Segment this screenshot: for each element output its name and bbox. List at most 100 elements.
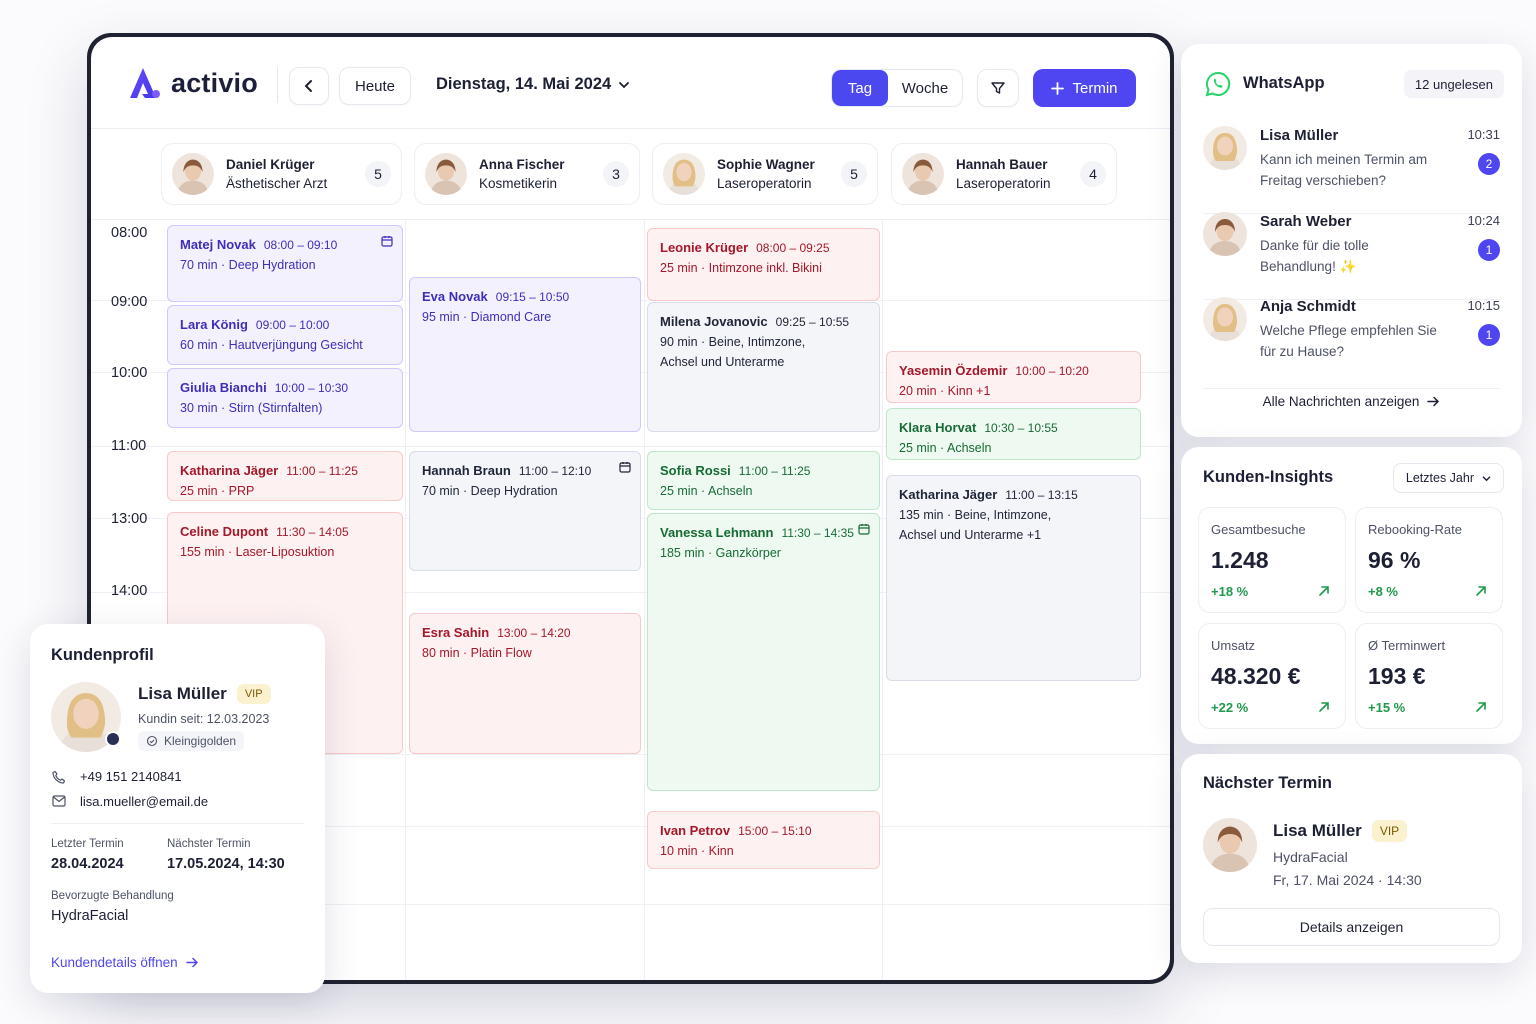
staff-name: Hannah Bauer — [956, 157, 1048, 172]
phone-number[interactable]: +49 151 2140841 — [80, 769, 182, 784]
appointment-card[interactable]: Yasemin Özdemir 10:00 – 10:20 20 min · Ki… — [886, 351, 1141, 403]
staff-column-header[interactable]: Sophie Wagner Laseroperatorin 5 — [652, 143, 878, 205]
avatar — [172, 153, 214, 195]
brand-logo[interactable]: activio — [127, 65, 258, 101]
toolbar: activio Heute Dienstag, 14. Mai 2024 Tag… — [91, 37, 1170, 129]
appointment-card[interactable]: Esra Sahin 13:00 – 14:20 80 min · Platin … — [409, 613, 641, 754]
appointment-time: 09:15 – 10:50 — [495, 290, 570, 304]
treatment: Intimzone inkl. Bikini — [708, 261, 822, 275]
client-name: Lisa Müller — [1273, 821, 1362, 840]
chevron-left-icon — [304, 80, 312, 92]
appointment-card[interactable]: Katharina Jäger 11:00 – 11:25 25 min · PR… — [167, 451, 403, 501]
current-date: Dienstag, 14. Mai 2024 — [436, 75, 612, 93]
appointment-card[interactable]: Lara König 09:00 – 10:00 60 min · Hautver… — [167, 305, 403, 365]
client-name: Sofia Rossi — [660, 463, 731, 478]
appointment-time: 10:00 – 10:30 — [274, 381, 349, 395]
time-label: 08:00 — [111, 225, 148, 241]
treatment: Diamond Care — [470, 310, 552, 324]
all-messages-label: Alle Nachrichten anzeigen — [1262, 394, 1420, 409]
preferred-treatment-label: Bevorzugte Behandlung — [51, 890, 174, 902]
tab-day[interactable]: Tag — [832, 70, 888, 106]
column-line — [405, 220, 406, 980]
treatment: Laser-Liposuktion — [235, 545, 335, 559]
prev-day-button[interactable] — [289, 67, 329, 105]
vip-badge: VIP — [1371, 820, 1408, 842]
calendar-icon — [381, 235, 393, 247]
separator: · — [946, 508, 952, 522]
separator: · — [463, 310, 468, 324]
separator: · — [463, 484, 468, 498]
message-item[interactable]: Lisa Müller Kann ich meinen Termin am Fr… — [1203, 126, 1500, 214]
trend-up-icon — [1474, 700, 1488, 714]
today-button[interactable]: Heute — [339, 67, 411, 105]
client-name: Yasemin Özdemir — [899, 363, 1008, 378]
tab-week[interactable]: Woche — [888, 70, 962, 106]
details-button[interactable]: Details anzeigen — [1203, 908, 1500, 946]
appointment-card[interactable]: Milena Jovanovic 09:25 – 10:55 90 min · B… — [647, 302, 880, 432]
kpi-delta: +8 % — [1368, 584, 1398, 599]
kpi-delta: +15 % — [1368, 700, 1406, 715]
treatment-continued: Achsel und Unterarme — [660, 355, 785, 369]
kpi-value: 193 € — [1368, 663, 1426, 689]
treatment: Achseln — [707, 484, 753, 498]
staff-name: Sophie Wagner — [717, 157, 815, 172]
separator: · — [701, 261, 706, 275]
message-item[interactable]: Sarah Weber Danke für die tolle Behandlu… — [1203, 212, 1500, 300]
duration: 185 min — [660, 546, 705, 560]
divider — [1203, 388, 1500, 389]
appointment-card[interactable]: Katharina Jäger 11:00 – 13:15 135 min · B… — [886, 475, 1141, 681]
all-messages-link[interactable]: Alle Nachrichten anzeigen — [1181, 394, 1522, 409]
appointment-time: 10:30 – 10:55 — [984, 421, 1058, 435]
card-title: WhatsApp — [1243, 74, 1325, 92]
kpi-tile: Rebooking-Rate 96 % +8 % — [1355, 507, 1503, 613]
appointment-card[interactable]: Leonie Krüger 08:00 – 09:25 25 min · Inti… — [647, 228, 880, 301]
filter-button[interactable] — [977, 69, 1019, 107]
client-name: Celine Dupont — [180, 524, 269, 539]
mail-icon — [52, 795, 66, 807]
logo-icon — [130, 68, 160, 98]
treatment: Beine, Intimzone, — [954, 508, 1052, 522]
trend-up-icon — [1474, 584, 1488, 598]
sender-name: Sarah Weber — [1260, 213, 1352, 230]
appointment-time: 11:00 – 12:10 — [518, 464, 592, 478]
appointment-card[interactable]: Klara Horvat 10:30 – 10:55 25 min · Achse… — [886, 408, 1141, 460]
duration: 70 min — [422, 484, 460, 498]
appointment-card[interactable]: Sofia Rossi 11:00 – 11:25 25 min · Achsel… — [647, 451, 880, 510]
appointment-time: 08:00 – 09:10 — [263, 238, 338, 252]
date-picker[interactable]: Dienstag, 14. Mai 2024 — [436, 75, 630, 94]
treatment: Deep Hydration — [228, 258, 316, 272]
client-name: Giulia Bianchi — [180, 380, 267, 395]
email-address[interactable]: lisa.mueller@email.de — [80, 794, 208, 809]
appointment-count: 5 — [365, 161, 391, 187]
appointment-card[interactable]: Hannah Braun 11:00 – 12:10 70 min · Deep … — [409, 451, 641, 571]
avatar — [1203, 126, 1247, 170]
message-item[interactable]: Anja Schmidt Welche Pflege empfehlen Sie… — [1203, 297, 1500, 389]
time-label: 13:00 — [111, 511, 148, 527]
duration: 30 min — [180, 401, 218, 415]
separator: · — [463, 646, 468, 660]
staff-role: Laseroperatorin — [717, 176, 812, 191]
message-preview: Kann ich meinen Termin am Freitag versch… — [1260, 152, 1428, 188]
period-select[interactable]: Letztes Jahr — [1392, 463, 1504, 493]
appointment-card[interactable]: Vanessa Lehmann 11:30 – 14:35 185 min · G… — [647, 513, 880, 791]
appointment-card[interactable]: Giulia Bianchi 10:00 – 10:30 30 min · Sti… — [167, 368, 403, 428]
unread-count: 2 — [1478, 153, 1500, 175]
appointment-datetime: Fr, 17. Mai 2024 · 14:30 — [1273, 872, 1422, 888]
duration: 155 min — [180, 545, 225, 559]
client-name: Ivan Petrov — [660, 823, 731, 838]
appointment-card[interactable]: Eva Novak 09:15 – 10:50 95 min · Diamond … — [409, 277, 641, 432]
duration: 20 min — [899, 384, 937, 398]
staff-column-header[interactable]: Anna Fischer Kosmetikerin 3 — [414, 143, 640, 205]
staff-column-header[interactable]: Daniel Krüger Ästhetischer Arzt 5 — [161, 143, 402, 205]
award-icon — [146, 735, 158, 747]
period-value: Letztes Jahr — [1405, 471, 1474, 485]
arrow-right-icon — [185, 957, 198, 968]
open-customer-details-link[interactable]: Kundendetails öffnen — [51, 955, 199, 970]
appointment-card[interactable]: Ivan Petrov 15:00 – 15:10 10 min · Kinn — [647, 811, 880, 869]
duration: 80 min — [422, 646, 460, 660]
kpi-label: Umsatz — [1211, 638, 1256, 653]
new-appointment-button[interactable]: Termin — [1033, 69, 1136, 107]
kpi-label: Rebooking-Rate — [1368, 522, 1462, 537]
appointment-card[interactable]: Matej Novak 08:00 – 09:10 70 min · Deep H… — [167, 225, 403, 302]
staff-column-header[interactable]: Hannah Bauer Laseroperatorin 4 — [891, 143, 1117, 205]
